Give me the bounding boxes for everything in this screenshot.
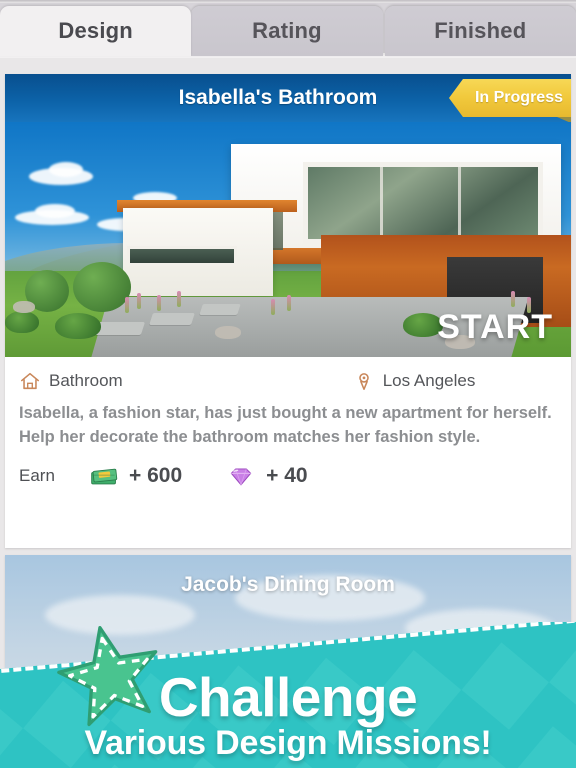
card-2-title: Jacob's Dining Room [181,573,395,596]
house-window-wall [303,162,543,244]
reward-gems-value: + 40 [266,463,308,487]
tab-rating[interactable]: Rating [191,6,383,56]
start-button[interactable]: START [437,308,553,347]
flower [511,291,515,307]
flower [137,293,141,309]
map-pin-icon [358,373,369,391]
gem-icon [230,468,252,486]
tab-rating-label: Rating [252,18,322,43]
tree [73,262,131,312]
app-screen: Design Rating Finished Isabella's Bathro… [0,0,576,768]
card-title: Isabella's Bathroom [178,86,378,109]
house-window-strip [127,246,237,266]
room-type-label: Bathroom [49,371,123,390]
room-type-item: Bathroom [19,370,123,392]
house-icon [20,372,40,390]
flower [157,295,161,311]
location-item: Los Angeles [353,370,476,392]
path-step [149,313,195,325]
path-step [199,304,241,315]
card-header: Isabella's Bathroom In Progress [5,74,571,123]
rock [13,301,35,313]
flower [125,297,129,313]
promo-banner[interactable]: Challenge Various Design Missions! [0,622,576,768]
rewards-row: Earn + 600 + 40 [5,450,571,488]
reward-coins-value: + 600 [129,463,183,487]
cloud [35,204,75,218]
cloud [49,162,83,177]
mission-photo[interactable]: START [5,122,571,357]
tab-finished-label: Finished [434,18,527,43]
cash-icon [91,468,118,485]
location-label: Los Angeles [382,371,476,390]
flower [177,291,181,307]
tab-design[interactable]: Design [0,6,192,56]
path-step [94,322,146,335]
mission-card-isabella-bathroom[interactable]: Isabella's Bathroom In Progress START Ba… [5,74,571,548]
tab-design-label: Design [58,18,133,43]
bush [55,313,101,339]
earn-label: Earn [19,465,55,485]
tab-finished[interactable]: Finished [384,6,576,56]
status-badge: In Progress [448,79,571,117]
flower [271,299,275,315]
rock [215,326,241,339]
card-description: Isabella, a fashion star, has just bough… [19,404,552,447]
bush [5,311,39,333]
card-info-row: Bathroom Los Angeles [5,363,571,399]
reward-coins: + 600 [89,464,182,488]
reward-gems: + 40 [226,463,308,488]
flower [287,295,291,311]
tab-bar: Design Rating Finished [0,3,576,56]
